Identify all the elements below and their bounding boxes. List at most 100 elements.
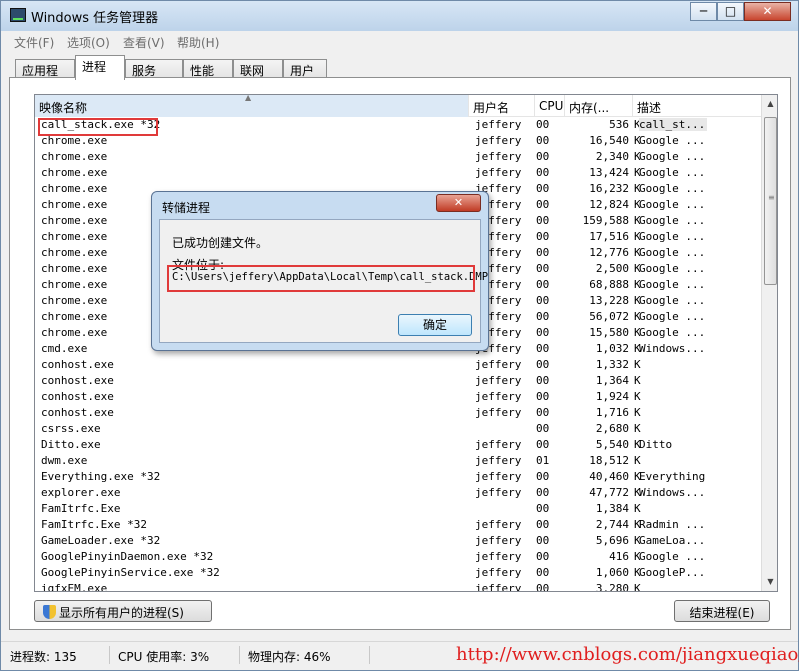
vertical-scrollbar[interactable]: ▲ ≡ ▼	[761, 95, 777, 591]
table-row[interactable]: conhost.exe jeffery 00 1,716 K	[35, 405, 761, 421]
end-process-button[interactable]: 结束进程(E)	[674, 600, 770, 622]
dialog-close-button[interactable]: ✕	[436, 194, 481, 212]
table-row[interactable]: conhost.exe jeffery 00 1,924 K	[35, 389, 761, 405]
tab-performance[interactable]: 性能	[183, 59, 233, 79]
memory-cell: 2,744	[595, 518, 629, 531]
memory-cell: 1,032	[595, 342, 629, 355]
description-cell: GameLoa...	[639, 534, 706, 547]
title-bar[interactable]: Windows 任务管理器 ─ □ ✕	[1, 1, 798, 31]
scroll-down-arrow-icon[interactable]: ▼	[762, 573, 777, 590]
description-cell: Ditto	[639, 438, 673, 451]
tab-services[interactable]: 服务	[125, 59, 183, 79]
menu-options[interactable]: 选项(O)	[67, 34, 110, 51]
maximize-button[interactable]: □	[717, 2, 744, 21]
memory-unit-cell: K	[634, 502, 641, 515]
highlight-file-path	[167, 265, 475, 292]
description-cell: Windows...	[639, 342, 706, 355]
memory-cell: 2,340	[595, 150, 629, 163]
dialog-message: 已成功创建文件。	[172, 236, 269, 250]
tab-applications[interactable]: 应用程序	[15, 59, 75, 95]
memory-cell: 56,072	[589, 310, 629, 323]
cpu-cell: 00	[536, 422, 550, 435]
cpu-cell: 00	[536, 310, 550, 323]
cpu-cell: 00	[536, 214, 550, 227]
memory-cell: 47,772	[589, 486, 629, 499]
table-row[interactable]: dwm.exe jeffery 01 18,512 K	[35, 453, 761, 469]
table-row[interactable]: GooglePinyinService.exe *32 jeffery 00 1,06…	[35, 565, 761, 581]
status-physical-memory: 物理内存: 46%	[248, 650, 331, 664]
minimize-button[interactable]: ─	[690, 2, 717, 21]
tab-networking[interactable]: 联网	[233, 59, 283, 79]
table-row[interactable]: FamItrfc.Exe 00 1,384 K	[35, 501, 761, 517]
show-all-users-label: 显示所有用户的进程(S)	[59, 606, 184, 620]
memory-cell: 2,500	[595, 262, 629, 275]
cpu-cell: 00	[536, 438, 550, 451]
user-name-cell: jeffery	[475, 166, 522, 179]
close-button[interactable]: ✕	[744, 2, 791, 21]
tab-processes[interactable]: 进程	[75, 55, 125, 80]
table-row[interactable]: explorer.exe jeffery 00 47,772 K Windows...	[35, 485, 761, 501]
table-row[interactable]: chrome.exe jeffery 00 2,340 K Google ...	[35, 149, 761, 165]
memory-cell: 40,460	[589, 470, 629, 483]
memory-cell: 1,364	[595, 374, 629, 387]
memory-unit-cell: K	[634, 358, 641, 371]
description-cell: Google ...	[639, 310, 706, 323]
cpu-cell: 00	[536, 582, 550, 592]
column-memory[interactable]: 内存(...	[565, 95, 633, 117]
column-description[interactable]: 描述	[633, 95, 761, 117]
description-cell: Google ...	[639, 262, 706, 275]
column-user-name[interactable]: 用户名	[469, 95, 535, 117]
cpu-cell: 00	[536, 246, 550, 259]
table-row[interactable]: GameLoader.exe *32 jeffery 00 5,696 K GameLoa…	[35, 533, 761, 549]
memory-cell: 12,776	[589, 246, 629, 259]
show-all-users-button[interactable]: 显示所有用户的进程(S)	[34, 600, 212, 622]
user-name-cell: jeffery	[475, 582, 522, 592]
table-row[interactable]: csrss.exe 00 2,680 K	[35, 421, 761, 437]
user-name-cell: jeffery	[475, 566, 522, 579]
table-row[interactable]: FamItrfc.Exe *32 jeffery 00 2,744 K Radmin ..…	[35, 517, 761, 533]
description-cell: Google ...	[639, 150, 706, 163]
description-cell: Google ...	[639, 294, 706, 307]
dialog-title: 转储进程	[162, 201, 211, 215]
cpu-cell: 00	[536, 550, 550, 563]
memory-cell: 18,512	[589, 454, 629, 467]
cpu-cell: 00	[536, 470, 550, 483]
user-name-cell: jeffery	[475, 390, 522, 403]
memory-cell: 5,540	[595, 438, 629, 451]
table-row[interactable]: Ditto.exe jeffery 00 5,540 K Ditto	[35, 437, 761, 453]
menu-view[interactable]: 查看(V)	[123, 34, 165, 51]
dump-process-dialog: 转储进程 ✕ 已成功创建文件。 文件位于: C:\Users\jeffery\A…	[151, 191, 489, 351]
menu-file[interactable]: 文件(F)	[14, 34, 54, 51]
description-cell: Google ...	[639, 214, 706, 227]
process-name-cell: conhost.exe	[41, 358, 114, 371]
cpu-cell: 00	[536, 374, 550, 387]
user-name-cell: jeffery	[475, 406, 522, 419]
menu-help[interactable]: 帮助(H)	[177, 34, 219, 51]
scroll-thumb[interactable]: ≡	[764, 117, 777, 285]
user-name-cell: jeffery	[475, 358, 522, 371]
user-name-cell: jeffery	[475, 118, 522, 131]
scroll-up-arrow-icon[interactable]: ▲	[762, 95, 777, 112]
process-name-cell: chrome.exe	[41, 150, 108, 163]
cpu-cell: 00	[536, 486, 550, 499]
ok-button[interactable]: 确定	[398, 314, 472, 336]
watermark-url: http://www.cnblogs.com/jiangxueqiao/	[456, 644, 799, 665]
process-name-cell: explorer.exe	[41, 486, 121, 499]
process-name-cell: Ditto.exe	[41, 438, 101, 451]
memory-cell: 1,716	[595, 406, 629, 419]
table-row[interactable]: Everything.exe *32 jeffery 00 40,460 K Everyt…	[35, 469, 761, 485]
column-image-name-label: 映像名称	[39, 101, 88, 115]
tab-users[interactable]: 用户	[283, 59, 327, 79]
table-row[interactable]: conhost.exe jeffery 00 1,364 K	[35, 373, 761, 389]
sort-ascending-icon: ▲	[245, 94, 252, 102]
column-image-name[interactable]: 映像名称 ▲	[35, 95, 469, 117]
user-name-cell: jeffery	[475, 486, 522, 499]
table-row[interactable]: chrome.exe jeffery 00 13,424 K Google ...	[35, 165, 761, 181]
memory-cell: 1,060	[595, 566, 629, 579]
cpu-cell: 00	[536, 534, 550, 547]
table-row[interactable]: GooglePinyinDaemon.exe *32 jeffery 00 416 K G…	[35, 549, 761, 565]
column-cpu[interactable]: CPU	[535, 95, 565, 117]
cpu-cell: 00	[536, 134, 550, 147]
table-row[interactable]: igfxEM.exe jeffery 00 3,280 K	[35, 581, 761, 592]
table-row[interactable]: conhost.exe jeffery 00 1,332 K	[35, 357, 761, 373]
